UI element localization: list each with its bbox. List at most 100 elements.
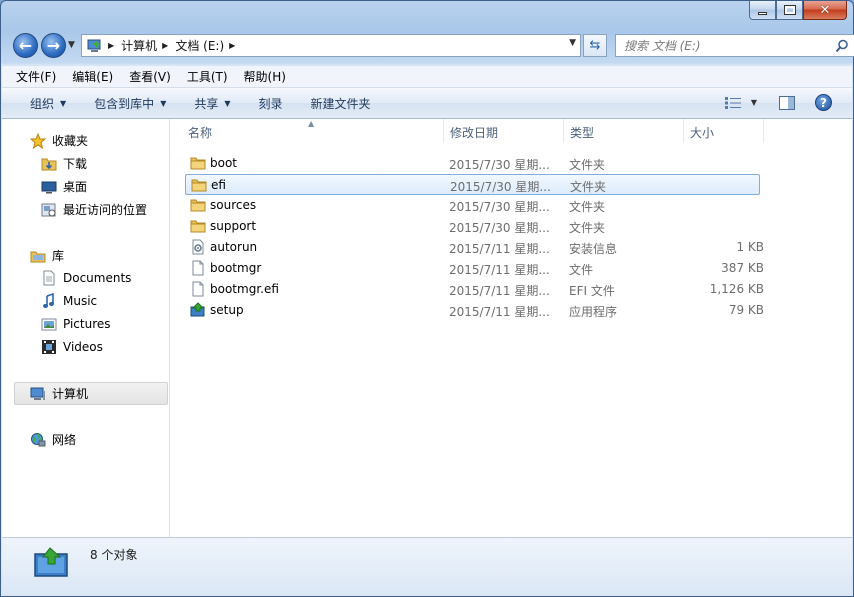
column-divider[interactable] bbox=[563, 119, 564, 143]
search-box bbox=[615, 34, 854, 57]
menu-tools[interactable]: 工具(T) bbox=[187, 68, 228, 85]
column-name[interactable]: 名称 bbox=[188, 119, 212, 146]
file-size: 79 KB bbox=[728, 303, 764, 317]
nav-libraries[interactable]: 库 bbox=[30, 247, 64, 264]
chevron-down-icon: ▼ bbox=[160, 98, 167, 108]
folder-icon bbox=[190, 155, 206, 171]
burn-label: 刻录 bbox=[258, 96, 283, 111]
column-type[interactable]: 类型 bbox=[570, 119, 594, 146]
nav-documents[interactable]: Documents bbox=[41, 270, 131, 286]
breadcrumb-drive[interactable]: 文档 (E:) bbox=[175, 37, 224, 54]
minimize-button[interactable] bbox=[749, 1, 776, 20]
refresh-button[interactable]: ⇆ bbox=[583, 34, 607, 57]
column-divider[interactable] bbox=[443, 119, 444, 143]
menu-bar: 文件(F) 编辑(E) 查看(V) 工具(T) 帮助(H) bbox=[2, 66, 852, 88]
nav-libraries-label: 库 bbox=[52, 249, 65, 263]
address-bar[interactable]: ▶ 计算机 ▶ 文档 (E:) ▶ ▼ bbox=[81, 34, 581, 57]
desktop-icon bbox=[41, 179, 57, 195]
include-in-library-label: 包含到库中 bbox=[94, 96, 155, 111]
back-arrow-icon: ← bbox=[18, 35, 33, 55]
forward-button[interactable]: → bbox=[41, 33, 66, 58]
menu-help[interactable]: 帮助(H) bbox=[244, 68, 286, 85]
file-name: sources bbox=[210, 198, 257, 212]
breadcrumb-chevron-icon[interactable]: ▶ bbox=[229, 41, 235, 50]
recent-places-icon bbox=[41, 202, 57, 218]
sort-ascending-icon: ▲ bbox=[308, 119, 315, 128]
close-button[interactable]: ✕ bbox=[803, 1, 847, 20]
file-row[interactable]: setup 2015/7/11 星期... 应用程序 79 KB bbox=[185, 300, 764, 321]
column-date[interactable]: 修改日期 bbox=[450, 119, 498, 146]
search-input[interactable] bbox=[624, 38, 829, 53]
nav-pictures[interactable]: Pictures bbox=[41, 316, 111, 332]
column-name-label: 名称 bbox=[188, 126, 213, 140]
nav-documents-label: Documents bbox=[63, 271, 132, 285]
file-row[interactable]: support 2015/7/30 星期... 文件夹 bbox=[185, 216, 760, 237]
nav-videos[interactable]: Videos bbox=[41, 339, 103, 355]
address-history-dropdown-icon[interactable]: ▼ bbox=[569, 38, 576, 48]
breadcrumb-computer[interactable]: 计算机 bbox=[121, 37, 157, 54]
breadcrumb-chevron-icon[interactable]: ▶ bbox=[162, 41, 168, 50]
file-date: 2015/7/11 星期... bbox=[449, 242, 550, 256]
videos-icon bbox=[41, 339, 57, 355]
downloads-folder-icon bbox=[41, 156, 57, 172]
nav-downloads[interactable]: 下载 bbox=[41, 155, 87, 172]
file-type: 文件夹 bbox=[570, 180, 607, 194]
menu-file[interactable]: 文件(F) bbox=[16, 68, 56, 85]
file-name: bootmgr.efi bbox=[210, 282, 279, 296]
nav-recent-places[interactable]: 最近访问的位置 bbox=[41, 201, 147, 218]
minimize-icon bbox=[758, 11, 767, 15]
star-icon bbox=[30, 132, 46, 149]
maximize-button[interactable] bbox=[776, 1, 803, 20]
column-divider[interactable] bbox=[683, 119, 684, 143]
burn-button[interactable]: 刻录 bbox=[259, 95, 283, 112]
column-size[interactable]: 大小 bbox=[690, 119, 714, 146]
nav-downloads-label: 下载 bbox=[63, 157, 88, 171]
file-list: ▲ 名称 修改日期 类型 大小 boot 2015/7/30 星期... 文件夹 ef… bbox=[171, 119, 852, 537]
file-date: 2015/7/30 星期... bbox=[449, 200, 550, 214]
column-divider[interactable] bbox=[763, 119, 764, 143]
breadcrumb-chevron-icon[interactable]: ▶ bbox=[108, 41, 114, 50]
caption-buttons: ✕ bbox=[749, 1, 847, 20]
organize-label: 组织 bbox=[30, 96, 55, 111]
change-view-button[interactable]: ▼ bbox=[724, 96, 757, 109]
file-icon bbox=[190, 281, 206, 297]
refresh-icon: ⇆ bbox=[589, 38, 601, 53]
file-row[interactable]: efi 2015/7/30 星期... 文件夹 bbox=[185, 174, 760, 195]
nav-favorites[interactable]: 收藏夹 bbox=[30, 132, 88, 149]
preview-pane-button[interactable] bbox=[779, 95, 795, 110]
file-row[interactable]: sources 2015/7/30 星期... 文件夹 bbox=[185, 195, 760, 216]
help-icon[interactable]: ? bbox=[815, 94, 832, 111]
new-folder-button[interactable]: 新建文件夹 bbox=[311, 95, 371, 112]
file-date: 2015/7/11 星期... bbox=[449, 284, 550, 298]
recent-pages-dropdown-icon[interactable]: ▼ bbox=[68, 40, 75, 50]
back-button[interactable]: ← bbox=[13, 33, 38, 58]
explorer-window: ✕ ← → ▼ ▶ 计算机 ▶ 文档 (E:) ▶ ▼ ⇆ 搜索 文档 (E:)… bbox=[0, 0, 854, 597]
nav-desktop[interactable]: 桌面 bbox=[41, 178, 87, 195]
share-button[interactable]: 共享 ▼ bbox=[194, 95, 230, 112]
folder-icon bbox=[191, 177, 207, 193]
menu-view[interactable]: 查看(V) bbox=[129, 68, 171, 85]
organize-button[interactable]: 组织 ▼ bbox=[30, 95, 66, 112]
menu-edit[interactable]: 编辑(E) bbox=[72, 68, 113, 85]
file-row[interactable]: autorun 2015/7/11 星期... 安装信息 1 KB bbox=[185, 237, 764, 258]
libraries-icon bbox=[30, 248, 46, 264]
nav-network[interactable]: 网络 bbox=[30, 431, 76, 448]
nav-favorites-label: 收藏夹 bbox=[52, 134, 89, 148]
file-name: setup bbox=[210, 303, 244, 317]
file-row[interactable]: bootmgr 2015/7/11 星期... 文件 387 KB bbox=[185, 258, 764, 279]
setup-info-icon bbox=[190, 239, 206, 255]
file-row[interactable]: boot 2015/7/30 星期... 文件夹 bbox=[185, 153, 760, 174]
file-row[interactable]: bootmgr.efi 2015/7/11 星期... EFI 文件 1,126 KB bbox=[185, 279, 764, 300]
nav-computer[interactable]: 计算机 bbox=[30, 385, 88, 402]
file-size: 1 KB bbox=[736, 240, 764, 254]
file-icon bbox=[190, 260, 206, 276]
nav-computer-label: 计算机 bbox=[52, 387, 89, 401]
nav-music[interactable]: Music bbox=[41, 293, 97, 309]
file-size: 387 KB bbox=[721, 261, 764, 275]
include-in-library-button[interactable]: 包含到库中 ▼ bbox=[94, 95, 166, 112]
file-date: 2015/7/30 星期... bbox=[450, 180, 551, 194]
file-type: 文件 bbox=[569, 263, 594, 277]
search-icon[interactable] bbox=[835, 39, 849, 53]
folder-icon bbox=[190, 218, 206, 234]
file-type: 应用程序 bbox=[569, 305, 618, 319]
